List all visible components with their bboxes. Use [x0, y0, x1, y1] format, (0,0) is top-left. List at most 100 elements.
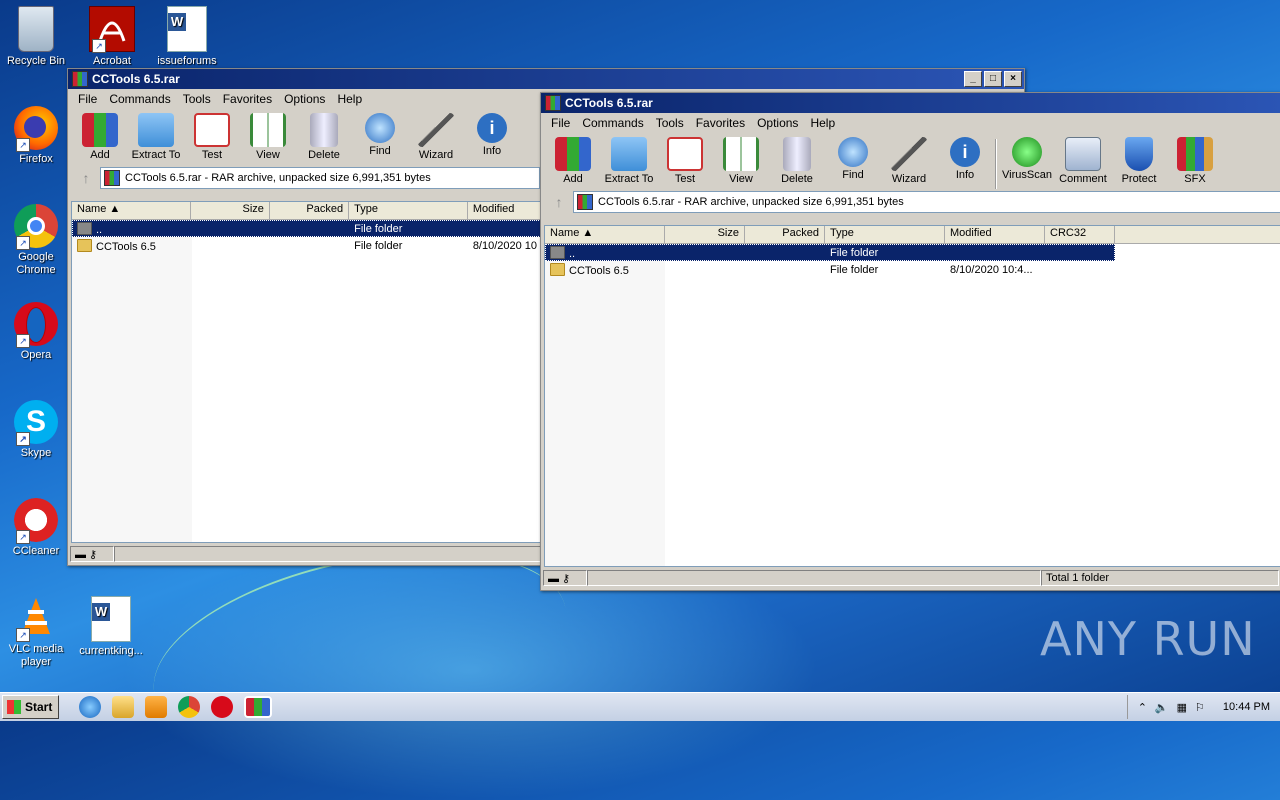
acrobat-icon: ↗	[89, 6, 135, 53]
view-button[interactable]: View	[713, 137, 769, 185]
add-button[interactable]: Add	[72, 113, 128, 161]
delete-button[interactable]: Delete	[769, 137, 825, 185]
desktop-icon-acrobat[interactable]: ↗ Acrobat	[77, 6, 147, 68]
path-field[interactable]: CCTools 6.5.rar - RAR archive, unpacked …	[573, 191, 1280, 213]
winrar-taskbar-icon[interactable]	[244, 696, 273, 718]
menu-favorites[interactable]: Favorites	[690, 116, 751, 130]
opera-icon: ↗	[14, 302, 58, 348]
virusscan-button[interactable]: VirusScan	[999, 137, 1055, 181]
protect-button[interactable]: Protect	[1111, 137, 1167, 185]
clock[interactable]: 10:44 PM	[1223, 701, 1270, 713]
winrar-app-icon	[545, 95, 561, 111]
column-header-crc32[interactable]: CRC32	[1045, 226, 1115, 243]
action-center-flag-icon[interactable]: ⚐	[1195, 701, 1205, 714]
desktop-icon-issueforums[interactable]: W issueforums	[152, 6, 222, 68]
minimize-button[interactable]: _	[964, 71, 982, 87]
media-player-icon[interactable]	[145, 696, 168, 718]
desktop-icon-firefox[interactable]: ↗ Firefox	[1, 106, 71, 166]
menu-tools[interactable]: Tools	[177, 92, 217, 106]
volume-icon[interactable]: 🔈	[1155, 701, 1169, 714]
file-list[interactable]: Name ▲ Size Packed Type Modified .. File…	[71, 201, 548, 543]
menu-tools[interactable]: Tools	[650, 116, 690, 130]
column-header-size[interactable]: Size	[665, 226, 745, 243]
list-row-parent[interactable]: .. File folder	[72, 220, 547, 237]
start-label: Start	[25, 700, 53, 714]
menu-help[interactable]: Help	[804, 116, 841, 130]
title-bar[interactable]: CCTools 6.5.rar _ □ ×	[68, 69, 1024, 89]
menu-file[interactable]: File	[545, 116, 576, 130]
test-button[interactable]: Test	[657, 137, 713, 185]
ccleaner-icon: ↗	[14, 498, 58, 544]
winrar-window-front[interactable]: CCTools 6.5.rar File Commands Tools Favo…	[540, 92, 1280, 591]
desktop-icon-recycle-bin[interactable]: Recycle Bin	[1, 6, 71, 68]
desktop-icon-chrome[interactable]: ↗ Google Chrome	[1, 204, 71, 277]
button-label: Delete	[781, 173, 813, 185]
button-label: Test	[674, 173, 696, 185]
list-row-cctools[interactable]: CCTools 6.5 File folder 8/10/2020 10:4..…	[545, 261, 1280, 278]
column-header-packed[interactable]: Packed	[745, 226, 825, 243]
desktop-icon-opera[interactable]: ↗ Opera	[1, 302, 71, 362]
opera-icon[interactable]	[211, 696, 234, 718]
drive-key-icon[interactable]: ▬ ⚷	[70, 546, 114, 562]
desktop-icon-ccleaner[interactable]: ↗ CCleaner	[1, 498, 71, 558]
column-header-packed[interactable]: Packed	[270, 202, 350, 219]
info-button[interactable]: i Info	[464, 113, 520, 157]
menu-options[interactable]: Options	[278, 92, 331, 106]
column-header-name[interactable]: Name ▲	[545, 226, 665, 243]
column-header-size[interactable]: Size	[191, 202, 270, 219]
desktop-icon-label: Google Chrome	[16, 251, 56, 276]
extract-to-button[interactable]: Extract To	[601, 137, 657, 185]
sfx-button[interactable]: SFX	[1167, 137, 1223, 185]
skype-icon: S ↗	[14, 400, 58, 446]
path-text: CCTools 6.5.rar - RAR archive, unpacked …	[598, 196, 904, 208]
menu-favorites[interactable]: Favorites	[217, 92, 278, 106]
column-header-type[interactable]: Type	[349, 202, 468, 219]
up-arrow-icon[interactable]: ↑	[545, 194, 573, 210]
desktop-icon-skype[interactable]: S ↗ Skype	[1, 400, 71, 460]
internet-explorer-icon[interactable]	[79, 696, 102, 718]
up-arrow-icon[interactable]: ↑	[72, 170, 100, 186]
list-row-parent[interactable]: .. File folder	[545, 244, 1115, 261]
add-button[interactable]: Add	[545, 137, 601, 185]
comment-button[interactable]: Comment	[1055, 137, 1111, 185]
menu-help[interactable]: Help	[331, 92, 368, 106]
column-header-type[interactable]: Type	[825, 226, 945, 243]
title-bar[interactable]: CCTools 6.5.rar	[541, 93, 1280, 113]
toolbar: Add Extract To Test View Delete Find Wiz…	[541, 133, 1280, 189]
desktop-icon-currentking[interactable]: W currentking...	[76, 596, 146, 658]
menu-file[interactable]: File	[72, 92, 103, 106]
network-icon[interactable]: ▦	[1177, 701, 1187, 714]
extract-to-button[interactable]: Extract To	[128, 113, 184, 161]
delete-button[interactable]: Delete	[296, 113, 352, 161]
view-button[interactable]: View	[240, 113, 296, 161]
find-button[interactable]: Find	[825, 137, 881, 181]
close-button[interactable]: ×	[1004, 71, 1022, 87]
column-header-name[interactable]: Name ▲	[72, 202, 191, 219]
winrar-app-icon	[72, 71, 88, 87]
row-type: File folder	[354, 222, 403, 235]
menu-commands[interactable]: Commands	[103, 92, 176, 106]
menu-options[interactable]: Options	[751, 116, 804, 130]
desktop-icon-vlc[interactable]: ↗ VLC media player	[1, 596, 71, 669]
column-header-modified[interactable]: Modified	[945, 226, 1045, 243]
drive-key-icon[interactable]: ▬ ⚷	[543, 570, 587, 586]
column-header-modified[interactable]: Modified	[468, 202, 547, 219]
file-list[interactable]: Name ▲ Size Packed Type Modified CRC32 .…	[544, 225, 1280, 567]
tray-expand-icon[interactable]: ⌃	[1138, 701, 1147, 714]
explorer-folder-icon[interactable]	[112, 696, 135, 718]
info-button[interactable]: i Info	[937, 137, 993, 181]
path-field[interactable]: CCTools 6.5.rar - RAR archive, unpacked …	[100, 167, 540, 189]
button-label: Delete	[308, 149, 340, 161]
menu-bar: File Commands Tools Favorites Options He…	[541, 113, 1280, 133]
test-button[interactable]: Test	[184, 113, 240, 161]
folder-up-icon	[550, 245, 565, 259]
list-row-cctools[interactable]: CCTools 6.5 File folder 8/10/2020 10	[72, 237, 547, 254]
chrome-icon[interactable]	[178, 696, 201, 718]
folder-up-icon	[77, 221, 92, 235]
start-button[interactable]: Start	[2, 695, 60, 719]
wizard-button[interactable]: Wizard	[881, 137, 937, 185]
maximize-button[interactable]: □	[984, 71, 1002, 87]
wizard-button[interactable]: Wizard	[408, 113, 464, 161]
menu-commands[interactable]: Commands	[576, 116, 649, 130]
find-button[interactable]: Find	[352, 113, 408, 157]
